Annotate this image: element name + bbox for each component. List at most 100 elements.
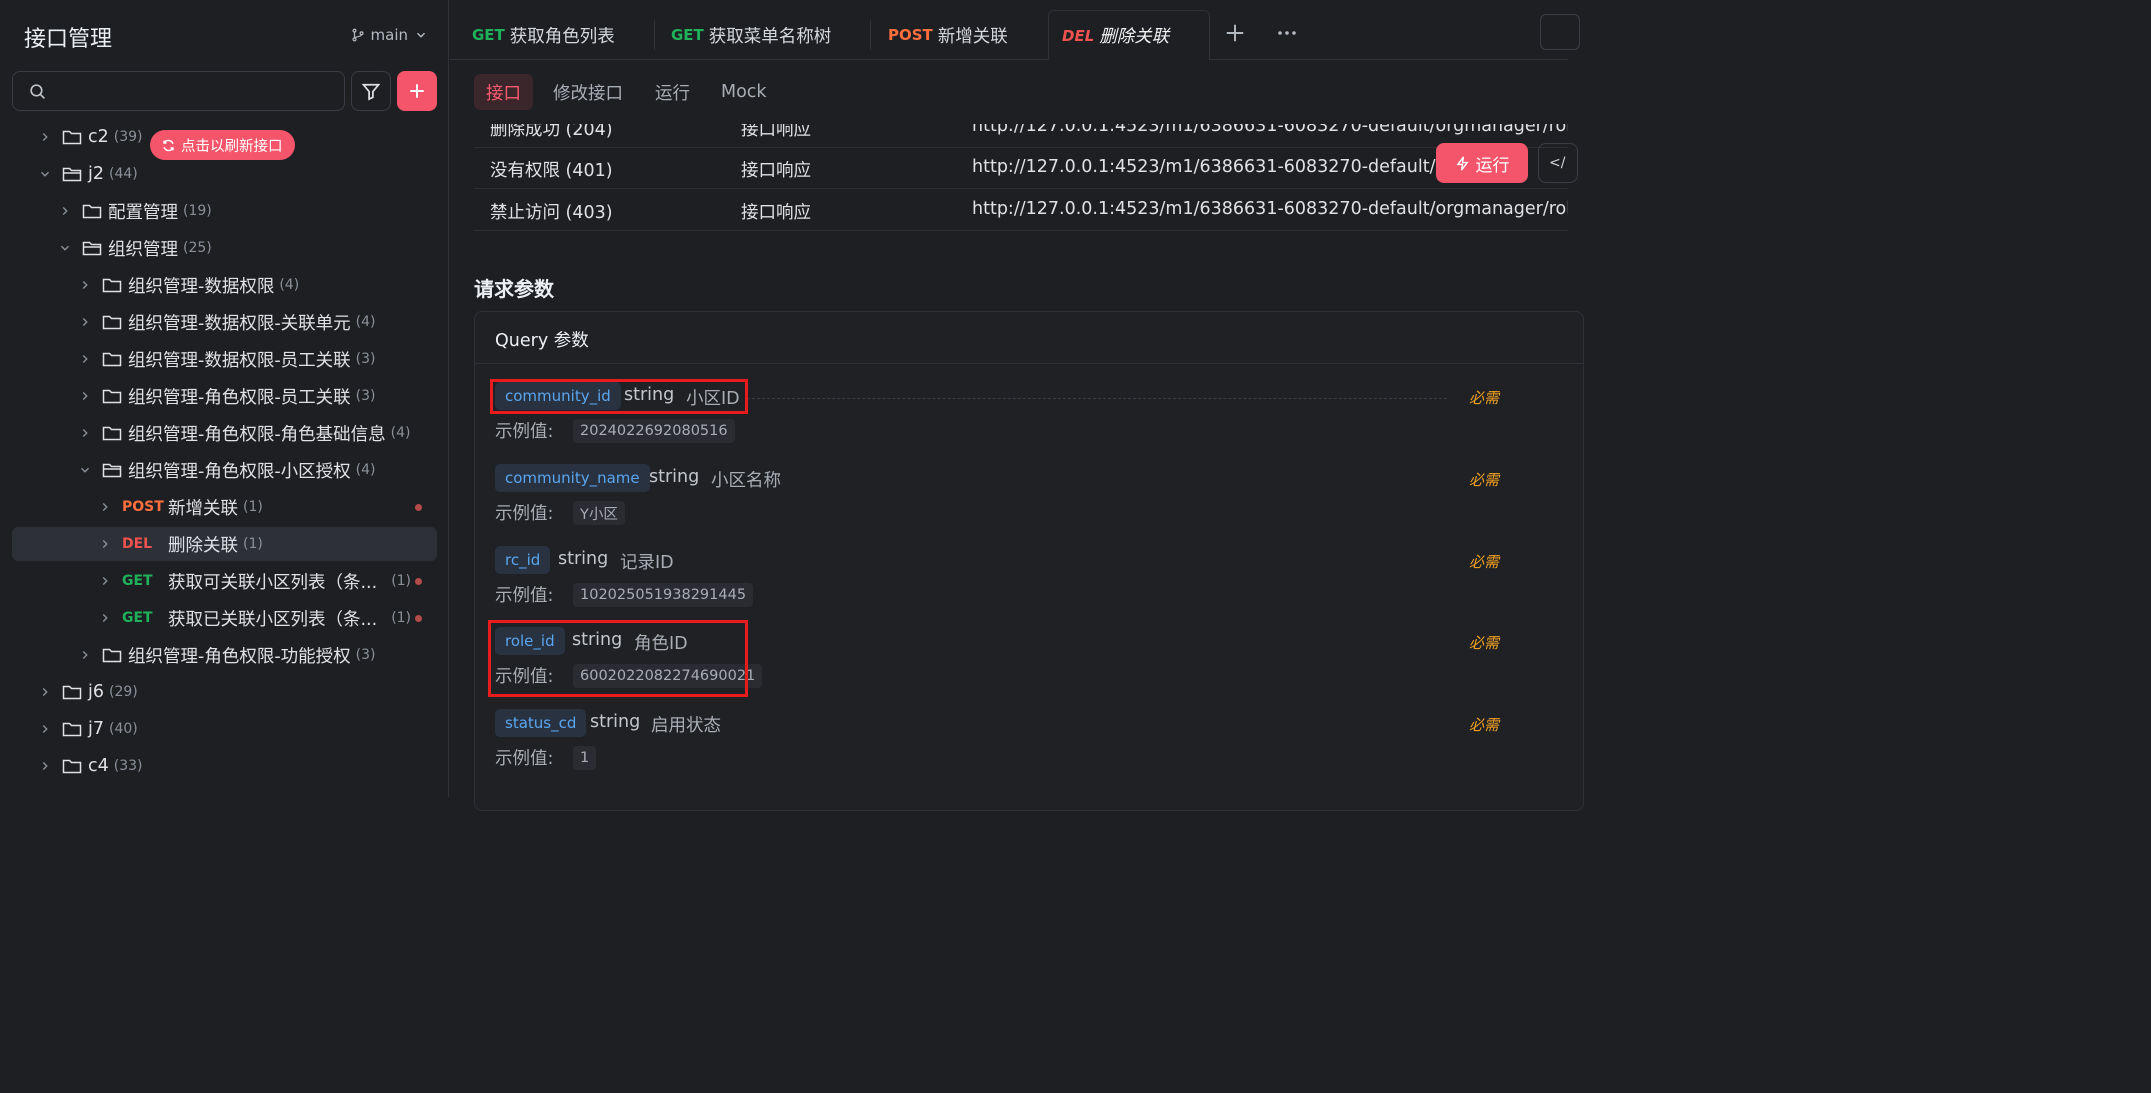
required-badge: 必需 (1469, 634, 1500, 652)
subtab-api[interactable]: 接口 (474, 74, 533, 110)
chevron-right-icon[interactable] (78, 389, 92, 403)
param-community-name: community_name string 小区名称 必需 示例值: Y小区 (495, 460, 1565, 530)
param-type: string (649, 467, 700, 487)
chevron-right-icon[interactable] (38, 685, 52, 699)
tree-folder-org-role-func[interactable]: 组织管理-角色权限-功能授权 (3) (12, 638, 437, 672)
tree-count: (4) (355, 462, 376, 478)
run-button[interactable]: 运行 (1436, 143, 1528, 183)
subtab-run[interactable]: 运行 (643, 74, 702, 110)
response-table: 删除成功 (204) 接口响应 http://127.0.0.1:4523/m1… (474, 124, 1568, 250)
response-type: 接口响应 (741, 124, 811, 140)
chevron-right-icon[interactable] (78, 315, 92, 329)
new-tab-icon[interactable] (1224, 22, 1246, 44)
chevron-right-icon[interactable] (38, 722, 52, 736)
param-name[interactable]: status_cd (495, 709, 587, 737)
tab-del-remove[interactable]: DEL 删除关联 (1048, 10, 1210, 60)
param-name[interactable]: rc_id (495, 546, 551, 574)
tree-endpoint-get-available[interactable]: GET 获取可关联小区列表（条... (1) (12, 564, 437, 598)
chevron-right-icon[interactable] (98, 537, 112, 551)
chevron-right-icon[interactable] (98, 500, 112, 514)
method-badge: GET (671, 26, 704, 44)
tree-folder-j7[interactable]: j7 (40) (12, 712, 437, 746)
required-badge: 必需 (1469, 389, 1500, 407)
chevron-right-icon[interactable] (78, 426, 92, 440)
tree-label: 组织管理-角色权限-小区授权 (128, 461, 351, 482)
param-name[interactable]: community_name (495, 464, 650, 492)
run-label: 运行 (1475, 155, 1510, 176)
tree-count: (1) (243, 499, 263, 515)
branch-selector[interactable]: main (351, 26, 428, 44)
tree-label: 组织管理 (108, 239, 178, 260)
example-label: 示例值: (495, 749, 554, 769)
status-dot (415, 578, 422, 585)
tree-count: (19) (183, 203, 212, 219)
folder-open-icon (62, 167, 82, 182)
tab-post-add[interactable]: POST 新增关联 (888, 10, 1008, 60)
response-name: 禁止访问 (403) (490, 203, 613, 223)
code-button[interactable]: </ (1538, 143, 1578, 183)
subtab-edit[interactable]: 修改接口 (541, 74, 635, 110)
search-input[interactable] (57, 72, 337, 110)
chevron-right-icon[interactable] (78, 278, 92, 292)
folder-icon (102, 389, 122, 404)
chevron-right-icon[interactable] (78, 352, 92, 366)
tree-count: (3) (355, 388, 376, 404)
table-row[interactable]: 禁止访问 (403) 接口响应 http://127.0.0.1:4523/m1… (474, 189, 1568, 231)
refresh-button[interactable]: 点击以刷新接口 (150, 130, 295, 160)
folder-icon (102, 352, 122, 367)
tree-endpoint-get-linked[interactable]: GET 获取已关联小区列表（条... (1) (12, 601, 437, 635)
response-url: http://127.0.0.1:4523/m1/6386631-6083270… (972, 157, 1492, 177)
tree-folder-j2[interactable]: j2 (44) (12, 157, 437, 191)
response-name: 没有权限 (401) (490, 161, 613, 181)
tree-count: (39) (113, 129, 143, 145)
refresh-icon (163, 139, 174, 151)
chevron-right-icon[interactable] (98, 611, 112, 625)
chevron-right-icon[interactable] (78, 648, 92, 662)
tree-count: (1) (391, 610, 412, 626)
chevron-down-icon[interactable] (58, 241, 72, 255)
add-button[interactable] (397, 71, 437, 111)
tab-label: 删除关联 (1099, 27, 1170, 47)
tree-folder-org-role-staff[interactable]: 组织管理-角色权限-员工关联 (3) (12, 379, 437, 413)
tree-count: (4) (390, 425, 411, 441)
chevron-down-icon[interactable] (38, 167, 52, 181)
tab-get-roles[interactable]: GET 获取角色列表 (472, 10, 615, 60)
search-box[interactable] (12, 71, 345, 111)
branch-icon (352, 28, 364, 42)
chevron-down-icon[interactable] (78, 463, 92, 477)
folder-open-icon (82, 241, 102, 256)
tree-endpoint-del-remove[interactable]: DEL 删除关联 (1) (12, 527, 437, 561)
tree-folder-org-role-basic[interactable]: 组织管理-角色权限-角色基础信息 (4) (12, 416, 437, 450)
param-type: string (590, 712, 641, 732)
tree-label: 新增关联 (168, 498, 238, 519)
subtab-mock[interactable]: Mock (709, 74, 779, 110)
tree-folder-org-data-perm[interactable]: 组织管理-数据权限 (4) (12, 268, 437, 302)
status-dot (415, 615, 422, 622)
more-icon[interactable] (1276, 25, 1298, 41)
folder-icon (62, 130, 82, 145)
tree-endpoint-post-add[interactable]: POST 新增关联 (1) (12, 490, 437, 524)
tree-folder-config[interactable]: 配置管理 (19) (12, 194, 437, 228)
filter-button[interactable] (351, 71, 391, 111)
tree-label: 组织管理-数据权限 (128, 276, 275, 297)
example-value: 102025051938291445 (573, 583, 754, 607)
method-badge: GET (122, 610, 153, 626)
tree-folder-org[interactable]: 组织管理 (25) (12, 231, 437, 265)
table-row[interactable]: 没有权限 (401) 接口响应 http://127.0.0.1:4523/m1… (474, 147, 1568, 189)
divider (747, 398, 1447, 399)
table-row[interactable]: 删除成功 (204) 接口响应 http://127.0.0.1:4523/m1… (474, 124, 1568, 148)
tab-get-menu-tree[interactable]: GET 获取菜单名称树 (671, 10, 831, 60)
tab-divider (870, 20, 871, 50)
chevron-right-icon[interactable] (58, 204, 72, 218)
toolbar-corner-button[interactable] (1540, 14, 1580, 50)
tree-folder-c4[interactable]: c4 (33) (12, 749, 437, 783)
chevron-right-icon[interactable] (38, 130, 52, 144)
tree-folder-org-role-community[interactable]: 组织管理-角色权限-小区授权 (4) (12, 453, 437, 487)
method-badge: GET (122, 573, 153, 589)
tree-folder-org-data-staff[interactable]: 组织管理-数据权限-员工关联 (3) (12, 342, 437, 376)
chevron-right-icon[interactable] (98, 574, 112, 588)
tree-label: 配置管理 (108, 202, 178, 223)
tree-folder-org-data-unit[interactable]: 组织管理-数据权限-关联单元 (4) (12, 305, 437, 339)
chevron-right-icon[interactable] (38, 759, 52, 773)
tree-folder-j6[interactable]: j6 (29) (12, 675, 437, 709)
